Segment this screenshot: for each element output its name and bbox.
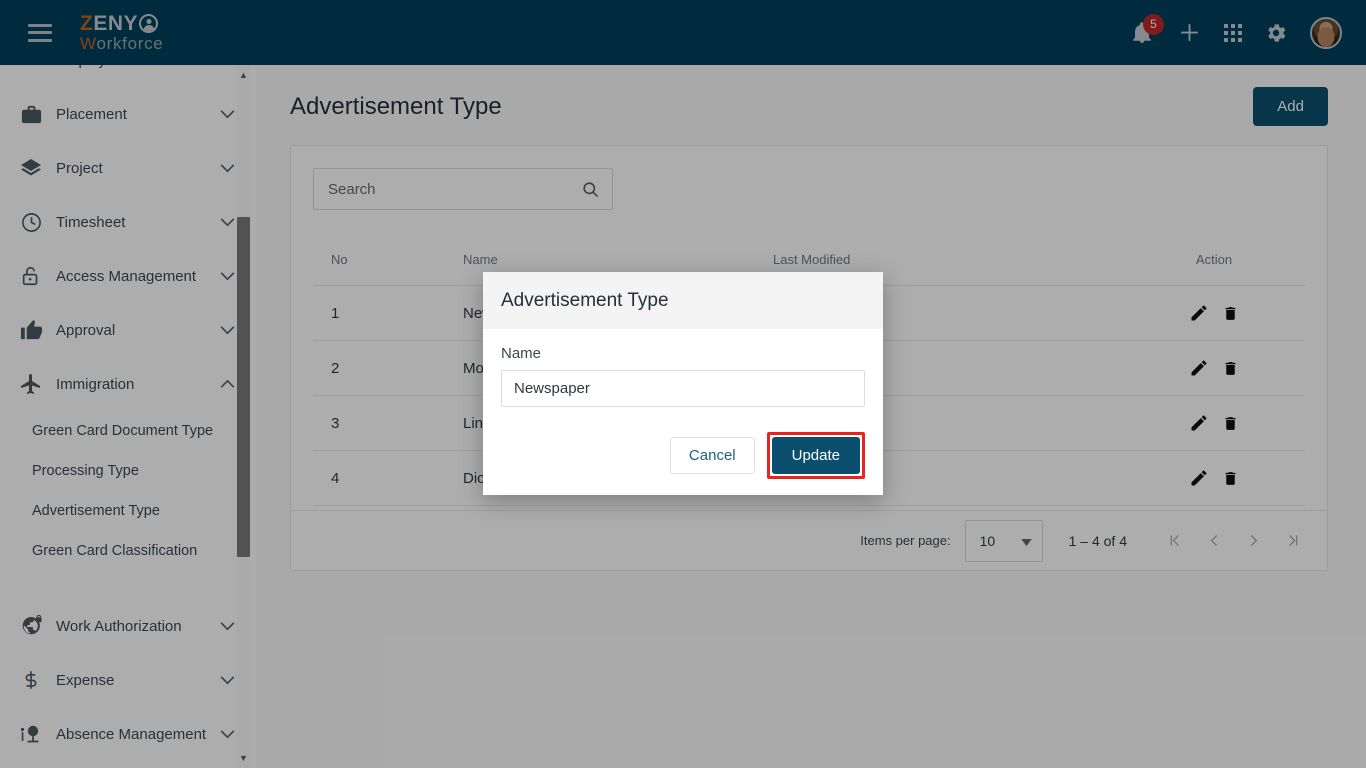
name-field[interactable]: [501, 370, 865, 407]
update-button[interactable]: Update: [771, 437, 860, 474]
cancel-button[interactable]: Cancel: [669, 437, 755, 474]
dialog-body: Name: [483, 329, 883, 432]
dialog-header: Advertisement Type: [483, 272, 883, 329]
dialog-actions: Cancel Update: [483, 432, 883, 495]
dialog-title: Advertisement Type: [501, 289, 669, 311]
name-field-label: Name: [501, 345, 542, 362]
advertisement-type-dialog: Advertisement Type Name Cancel Update: [483, 272, 883, 495]
update-button-highlight: Update: [766, 432, 865, 479]
